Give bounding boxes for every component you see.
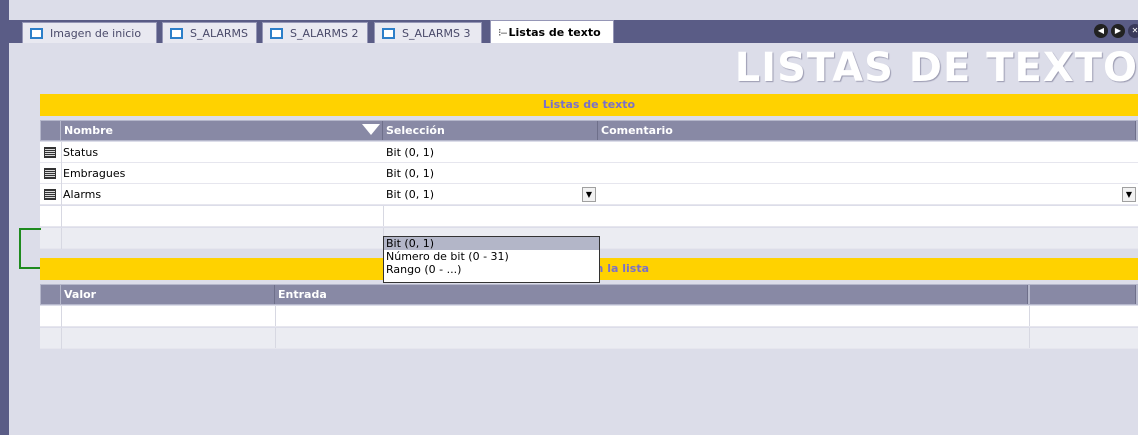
cell-name[interactable]: Status xyxy=(63,142,98,163)
tab-imagen-de-inicio[interactable]: Imagen de inicio xyxy=(22,22,157,43)
comment-dropdown-arrow-icon[interactable]: ▼ xyxy=(1122,187,1136,202)
column-header-extra[interactable] xyxy=(1030,285,1136,304)
row-handle[interactable] xyxy=(40,328,62,349)
cell-name[interactable]: Alarms xyxy=(63,184,101,205)
column-header-entrada[interactable]: Entrada xyxy=(275,285,1028,304)
column-divider xyxy=(383,206,384,226)
selection-dropdown-list[interactable]: Bit (0, 1) Número de bit (0 - 31) Rango … xyxy=(383,236,600,283)
tab-label: Imagen de inicio xyxy=(50,26,142,40)
tab-label: S_ALARMS xyxy=(190,26,249,40)
column-divider xyxy=(1029,328,1030,348)
row-handle[interactable] xyxy=(40,163,62,184)
list-entries-column-header-row: Valor Entrada xyxy=(40,284,1138,305)
row-handle-header xyxy=(41,121,60,140)
window-frame-edge xyxy=(0,0,9,435)
text-list-row-icon xyxy=(44,147,56,158)
row-handle[interactable] xyxy=(40,206,62,227)
table-row[interactable]: Status Bit (0, 1) xyxy=(40,142,1138,163)
sort-triangle-icon[interactable] xyxy=(362,124,380,135)
table-row-empty[interactable] xyxy=(40,306,1138,327)
close-icon[interactable]: ✕ xyxy=(1128,24,1138,38)
tab-label: Listas de texto xyxy=(508,25,601,39)
table-row-empty[interactable] xyxy=(40,328,1138,349)
tab-s-alarms-3[interactable]: S_ALARMS 3 xyxy=(374,22,482,43)
screen-icon xyxy=(30,27,43,39)
tab-label: S_ALARMS 2 xyxy=(290,26,359,40)
table-row[interactable]: Embragues Bit (0, 1) xyxy=(40,163,1138,184)
scroll-left-icon[interactable]: ◀ xyxy=(1094,24,1108,38)
list-link-bracket xyxy=(19,228,41,269)
dropdown-option-rango[interactable]: Rango (0 - ...) xyxy=(384,263,599,276)
screen-icon xyxy=(382,27,395,39)
row-handle[interactable] xyxy=(40,142,62,163)
tab-listas-de-texto[interactable]: ⁝‒ Listas de texto xyxy=(490,20,614,43)
text-list-icon: ⁝‒ xyxy=(498,25,507,39)
dropdown-option-bit[interactable]: Bit (0, 1) xyxy=(384,237,599,250)
text-lists-column-header-row: Nombre Selección Comentario xyxy=(40,120,1138,141)
table-row[interactable]: Alarms Bit (0, 1) ▼ ▼ xyxy=(40,184,1138,205)
row-handle[interactable] xyxy=(40,184,62,205)
table-row-empty[interactable] xyxy=(40,206,1138,227)
text-list-row-icon xyxy=(44,168,56,179)
cell-selection[interactable]: Bit (0, 1) xyxy=(386,163,434,184)
tab-s-alarms-2[interactable]: S_ALARMS 2 xyxy=(262,22,368,43)
row-handle[interactable] xyxy=(40,306,62,327)
column-header-comentario[interactable]: Comentario xyxy=(598,121,1136,140)
column-header-seleccion[interactable]: Selección xyxy=(383,121,598,140)
text-lists-header: Listas de texto xyxy=(40,94,1138,116)
row-handle-header xyxy=(41,285,60,304)
tab-s-alarms[interactable]: S_ALARMS xyxy=(162,22,257,43)
column-header-valor[interactable]: Valor xyxy=(61,285,275,304)
text-list-row-icon xyxy=(44,189,56,200)
row-handle[interactable] xyxy=(40,228,62,249)
screen-icon xyxy=(170,27,183,39)
selection-combobox[interactable]: Bit (0, 1) xyxy=(386,184,434,205)
cell-selection[interactable]: Bit (0, 1) xyxy=(386,142,434,163)
column-divider xyxy=(1029,306,1030,326)
column-divider xyxy=(275,306,276,326)
screen-icon xyxy=(270,27,283,39)
page-title: LISTAS DE TEXTO xyxy=(734,45,1138,91)
column-divider xyxy=(275,328,276,348)
selection-dropdown-arrow-icon[interactable]: ▼ xyxy=(582,187,596,202)
scroll-right-icon[interactable]: ▶ xyxy=(1111,24,1125,38)
dropdown-option-numero-de-bit[interactable]: Número de bit (0 - 31) xyxy=(384,250,599,263)
column-label: Nombre xyxy=(64,124,113,137)
column-header-nombre[interactable]: Nombre xyxy=(61,121,383,140)
cell-name[interactable]: Embragues xyxy=(63,163,125,184)
tab-label: S_ALARMS 3 xyxy=(402,26,471,40)
